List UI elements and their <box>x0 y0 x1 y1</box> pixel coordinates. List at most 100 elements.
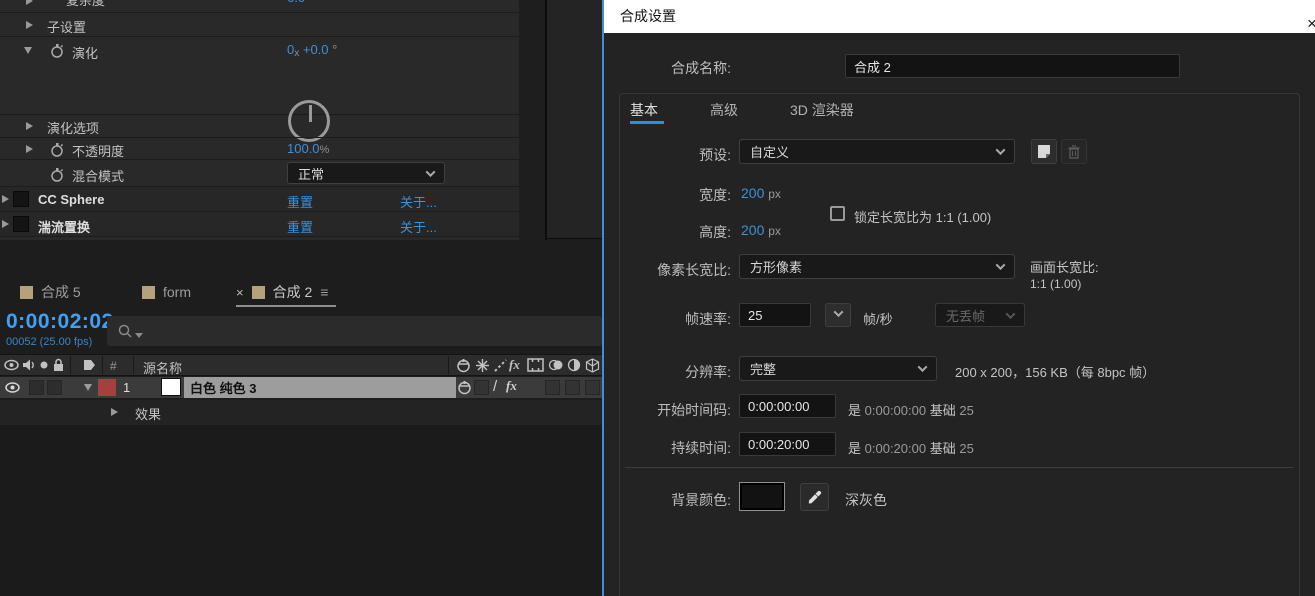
evolution-value[interactable]: 0x +0.0 ° <box>287 42 337 59</box>
close-icon[interactable]: × <box>236 285 244 300</box>
about-link[interactable]: 关于... <box>400 217 437 236</box>
expand-arrow-icon[interactable] <box>26 122 33 130</box>
av-feature-box[interactable] <box>585 380 600 395</box>
tab-basic[interactable]: 基本 <box>630 100 658 120</box>
frame-rate-dropdown-button[interactable] <box>825 303 851 327</box>
tab-form[interactable]: form <box>142 278 191 306</box>
layer-name-selected[interactable]: 白色 纯色 3 <box>184 377 456 398</box>
drop-frame-dropdown-disabled: 无丢帧 <box>935 303 1025 327</box>
effect-row-opacity[interactable]: 不透明度 100.0% <box>0 138 519 160</box>
collapse-transformations-icon[interactable] <box>476 359 489 372</box>
stopwatch-icon[interactable] <box>50 43 64 58</box>
adjustment-layer-icon[interactable] <box>567 358 581 372</box>
close-icon[interactable]: × <box>1307 7 1315 40</box>
expand-arrow-icon[interactable] <box>2 220 9 228</box>
timeline-column-header: # 源名称 fx <box>0 354 602 376</box>
effect-row-turbulent-displace[interactable]: 湍流置换 重置 关于... <box>0 212 519 237</box>
delete-preset-button[interactable] <box>1061 139 1087 164</box>
save-preset-button[interactable] <box>1031 139 1057 164</box>
shy-icon[interactable] <box>456 358 471 373</box>
lock-aspect-checkbox[interactable] <box>830 206 845 221</box>
layer-expand-arrow-icon[interactable] <box>84 384 92 391</box>
search-options-arrow-icon[interactable] <box>135 332 143 338</box>
layer-shy-icon[interactable] <box>457 380 472 395</box>
about-link[interactable]: 关于... <box>400 192 437 211</box>
video-eye-icon[interactable] <box>4 358 19 372</box>
label-tag-icon[interactable] <box>82 358 97 372</box>
layer-label-color[interactable] <box>98 379 116 396</box>
audio-speaker-icon[interactable] <box>22 358 36 372</box>
property-label: 混合模式 <box>72 169 125 184</box>
av-feature-box[interactable] <box>474 380 489 395</box>
effect-enable-checkbox[interactable] <box>13 216 29 232</box>
solo-icon[interactable] <box>40 361 48 369</box>
motion-blur-icon[interactable] <box>548 358 564 372</box>
lock-aspect-label: 锁定长宽比为 1:1 (1.00) <box>854 210 992 225</box>
layer-row-1[interactable]: 1 白色 纯色 3 / fx <box>0 377 602 398</box>
height-value[interactable]: 200 px <box>741 222 781 238</box>
timeline-search-input[interactable] <box>107 316 602 346</box>
opacity-value[interactable]: 100.0% <box>287 141 329 156</box>
3d-layer-icon[interactable] <box>585 358 600 373</box>
av-feature-box[interactable] <box>565 380 580 395</box>
effect-row-blend-mode[interactable]: 混合模式 正常 <box>0 160 519 187</box>
duration-input[interactable] <box>739 432 836 456</box>
frame-rate-input[interactable] <box>739 303 811 327</box>
pixel-aspect-dropdown[interactable]: 方形像素 <box>739 254 1015 279</box>
comp-name-input[interactable] <box>845 54 1180 78</box>
source-name-column-header[interactable]: 源名称 <box>143 358 182 377</box>
resolution-dropdown[interactable]: 完整 <box>739 356 937 381</box>
background-color-swatch[interactable] <box>739 482 785 511</box>
expand-arrow-icon[interactable] <box>111 408 118 416</box>
expand-arrow-icon[interactable] <box>26 21 33 29</box>
effect-enable-checkbox[interactable] <box>13 191 29 207</box>
reset-link[interactable]: 重置 <box>287 192 313 211</box>
tab-comp-5[interactable]: 合成 5 <box>20 278 81 306</box>
effect-controls-panel: 复杂度 6.0 子设置 演化 0x +0.0 ° 演化选项 <box>0 0 519 240</box>
stopwatch-icon[interactable] <box>50 167 64 182</box>
start-timecode-input[interactable] <box>739 394 836 418</box>
effects-group-label: 效果 <box>135 407 162 422</box>
layer-quality-toggle[interactable]: / <box>493 378 497 395</box>
av-feature-box[interactable] <box>47 380 62 395</box>
av-feature-box[interactable] <box>545 380 560 395</box>
stopwatch-icon[interactable] <box>50 142 64 157</box>
effect-row-evolution[interactable]: 演化 0x +0.0 ° <box>0 37 519 142</box>
effect-row-sub-settings[interactable]: 子设置 <box>0 13 519 37</box>
index-column-header[interactable]: # <box>110 359 117 373</box>
timeline-empty-area <box>0 425 602 596</box>
effect-row-cc-sphere[interactable]: CC Sphere 重置 关于... <box>0 187 519 212</box>
width-value[interactable]: 200 px <box>741 185 781 201</box>
expand-arrow-icon[interactable] <box>26 145 33 153</box>
fx-column-icon[interactable]: fx <box>509 357 520 373</box>
effect-row-evolution-options[interactable]: 演化选项 <box>0 115 519 138</box>
reset-link[interactable]: 重置 <box>287 217 313 236</box>
property-label: 复杂度 <box>66 0 106 8</box>
tab-advanced[interactable]: 高级 <box>710 100 738 120</box>
resolution-info: 200 x 200，156 KB（每 8bpc 帧） <box>955 365 1156 380</box>
collapse-arrow-icon[interactable] <box>24 47 32 54</box>
lock-icon[interactable] <box>52 358 65 372</box>
layer-effects-group-row[interactable]: 效果 <box>0 400 602 425</box>
blend-mode-dropdown[interactable]: 正常 <box>287 162 445 184</box>
frame-blend-icon[interactable] <box>527 358 544 372</box>
effect-row-complexity[interactable]: 复杂度 6.0 <box>0 0 519 13</box>
solid-color-swatch[interactable] <box>161 378 181 396</box>
tab-3d-renderer[interactable]: 3D 渲染器 <box>790 100 854 120</box>
chevron-down-icon <box>833 307 843 318</box>
eyedropper-button[interactable] <box>800 483 829 511</box>
layer-visibility-eye-icon[interactable] <box>5 381 20 394</box>
expand-arrow-icon[interactable] <box>2 195 9 203</box>
av-feature-box[interactable] <box>29 380 44 395</box>
tab-comp-2-active[interactable]: × 合成 2 ≡ <box>236 278 328 306</box>
preset-dropdown[interactable]: 自定义 <box>739 139 1015 164</box>
section-divider <box>625 467 1293 468</box>
panel-menu-icon[interactable]: ≡ <box>320 284 328 300</box>
expand-arrow-icon[interactable] <box>26 0 33 5</box>
current-timecode[interactable]: 0:00:02:02 <box>6 310 114 334</box>
property-value[interactable]: 6.0 <box>287 0 305 5</box>
quality-icon[interactable] <box>494 359 507 372</box>
duration-label: 持续时间: <box>671 440 731 456</box>
layer-fx-toggle[interactable]: fx <box>506 378 517 394</box>
dialog-title-bar[interactable]: 合成设置 × <box>604 0 1315 33</box>
